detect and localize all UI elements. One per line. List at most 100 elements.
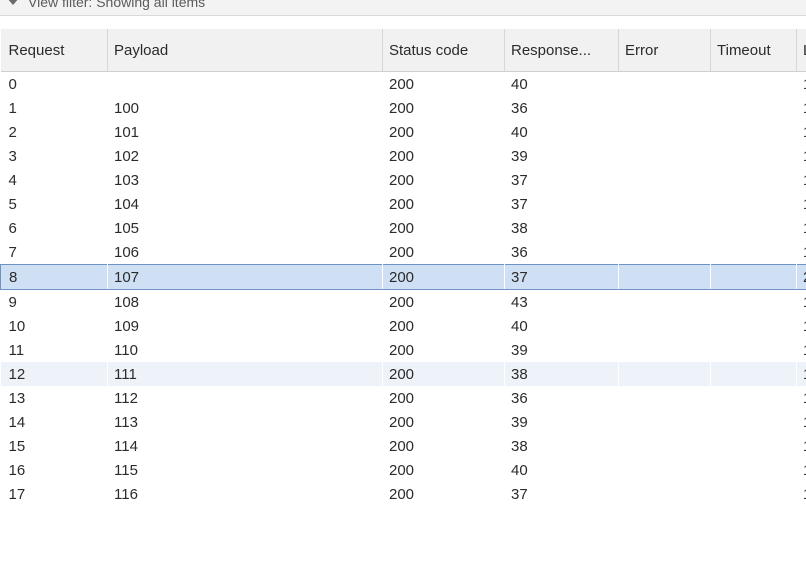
cell-timeout xyxy=(711,290,797,315)
table-row[interactable]: 3 102 200 39 1 xyxy=(1,144,806,168)
cell-timeout xyxy=(711,410,797,434)
table-row[interactable]: 13 112 200 36 1 xyxy=(1,386,806,410)
table-row[interactable]: 11 110 200 39 1 xyxy=(1,338,806,362)
cell-length: 1 xyxy=(797,96,806,120)
cell-status-code: 200 xyxy=(389,413,415,431)
cell-status-code: 200 xyxy=(389,437,415,455)
cell-request: 0 xyxy=(8,75,17,93)
cell-error xyxy=(619,144,711,168)
cell-request: 3 xyxy=(8,147,17,165)
cell-status-code: 200 xyxy=(382,264,505,290)
cell-response: 40 xyxy=(511,123,528,141)
cell-timeout xyxy=(711,144,797,168)
cell-response: 40 xyxy=(511,461,528,479)
cell-response: 43 xyxy=(511,293,528,311)
results-table-container: Request Payload Status code Response... … xyxy=(0,29,806,572)
cell-error xyxy=(619,482,711,506)
cell-length: 1 xyxy=(797,482,806,506)
cell-length: 1 xyxy=(797,120,806,144)
cell-response: 39 xyxy=(511,413,528,431)
cell-payload: 101 xyxy=(114,123,140,141)
table-row[interactable]: 810720037 2 xyxy=(0,264,806,290)
cell-request: 10 xyxy=(8,317,26,335)
cell-timeout xyxy=(711,458,797,482)
cell-error xyxy=(618,362,711,386)
cell-response: 38 xyxy=(511,437,528,455)
cell-request: 7 xyxy=(8,243,17,261)
table-row[interactable]: 17 116 200 37 1 xyxy=(1,482,806,506)
table-row[interactable]: 9 108 200 43 1 xyxy=(1,290,806,315)
cell-error xyxy=(619,338,711,362)
cell-timeout xyxy=(711,168,797,192)
cell-request: 16 xyxy=(8,461,26,479)
funnel-icon xyxy=(6,0,20,9)
cell-payload: 103 xyxy=(114,171,140,189)
cell-length: 1 xyxy=(797,168,806,192)
cell-length: 1 xyxy=(797,216,806,240)
cell-payload: 113 xyxy=(114,413,138,431)
table-row[interactable]: 1211120038 1 xyxy=(0,362,806,386)
cell-response: 37 xyxy=(511,485,528,503)
column-header-length[interactable]: L xyxy=(796,29,806,72)
table-row[interactable]: 5 104 200 37 1 xyxy=(1,192,806,216)
cell-error xyxy=(619,120,711,144)
cell-error xyxy=(619,314,711,338)
cell-request: 1 xyxy=(8,99,17,117)
cell-length: 1 xyxy=(797,458,806,482)
cell-payload: 104 xyxy=(114,195,140,213)
table-row[interactable]: 10 109 200 40 1 xyxy=(1,314,806,338)
table-row[interactable]: 15 114 200 38 1 xyxy=(1,434,806,458)
cell-timeout xyxy=(711,240,797,265)
cell-timeout xyxy=(710,362,797,386)
cell-payload: 100 xyxy=(114,99,140,117)
cell-request: 15 xyxy=(8,437,26,455)
column-header-timeout[interactable]: Timeout xyxy=(710,29,797,72)
column-header-error[interactable]: Error xyxy=(618,29,711,72)
cell-status-code: 200 xyxy=(389,389,415,407)
table-row[interactable]: 0 200 40 1 xyxy=(1,72,806,97)
cell-timeout xyxy=(711,434,797,458)
cell-response: 36 xyxy=(511,99,528,117)
cell-status-code: 200 xyxy=(389,123,415,141)
cell-timeout xyxy=(711,314,797,338)
cell-error xyxy=(619,290,711,315)
cell-error xyxy=(619,72,711,97)
cell-payload: 116 xyxy=(114,485,138,503)
cell-request: 2 xyxy=(8,123,17,141)
column-header-status-code[interactable]: Status code xyxy=(382,29,505,72)
cell-status-code: 200 xyxy=(389,99,415,117)
view-filter-label: View filter: Showing all items xyxy=(28,0,206,10)
table-row[interactable]: 1 100 200 36 1 xyxy=(1,96,806,120)
cell-request: 11 xyxy=(8,341,25,359)
table-row[interactable]: 16 115 200 40 1 xyxy=(1,458,806,482)
cell-error xyxy=(619,192,711,216)
cell-request: 12 xyxy=(0,362,108,386)
cell-payload xyxy=(108,72,383,97)
cell-error xyxy=(618,264,711,290)
cell-length: 1 xyxy=(797,290,806,315)
cell-status-code: 200 xyxy=(389,293,415,311)
column-header-payload[interactable]: Payload xyxy=(107,29,383,72)
cell-response: 39 xyxy=(511,147,528,165)
cell-payload: 115 xyxy=(114,461,138,479)
cell-payload: 109 xyxy=(114,317,140,335)
cell-status-code: 200 xyxy=(389,75,415,93)
cell-length: 1 xyxy=(797,240,806,265)
cell-request: 5 xyxy=(8,195,17,213)
column-header-request[interactable]: Request xyxy=(0,29,108,72)
cell-error xyxy=(619,386,711,410)
table-row[interactable]: 6 105 200 38 1 xyxy=(1,216,806,240)
cell-request: 13 xyxy=(8,389,26,407)
cell-status-code: 200 xyxy=(382,362,505,386)
table-row[interactable]: 7 106 200 36 1 xyxy=(1,240,806,265)
table-row[interactable]: 14 113 200 39 1 xyxy=(1,410,806,434)
column-header-response[interactable]: Response... xyxy=(504,29,619,72)
cell-response: 37 xyxy=(504,264,619,290)
cell-request: 17 xyxy=(8,485,26,503)
table-row[interactable]: 4 103 200 37 1 xyxy=(1,168,806,192)
table-row[interactable]: 2 101 200 40 1 xyxy=(1,120,806,144)
view-filter-bar[interactable]: View filter: Showing all items xyxy=(0,0,806,16)
cell-length: 1 xyxy=(797,192,806,216)
cell-length: 1 xyxy=(797,434,806,458)
cell-error xyxy=(619,168,711,192)
